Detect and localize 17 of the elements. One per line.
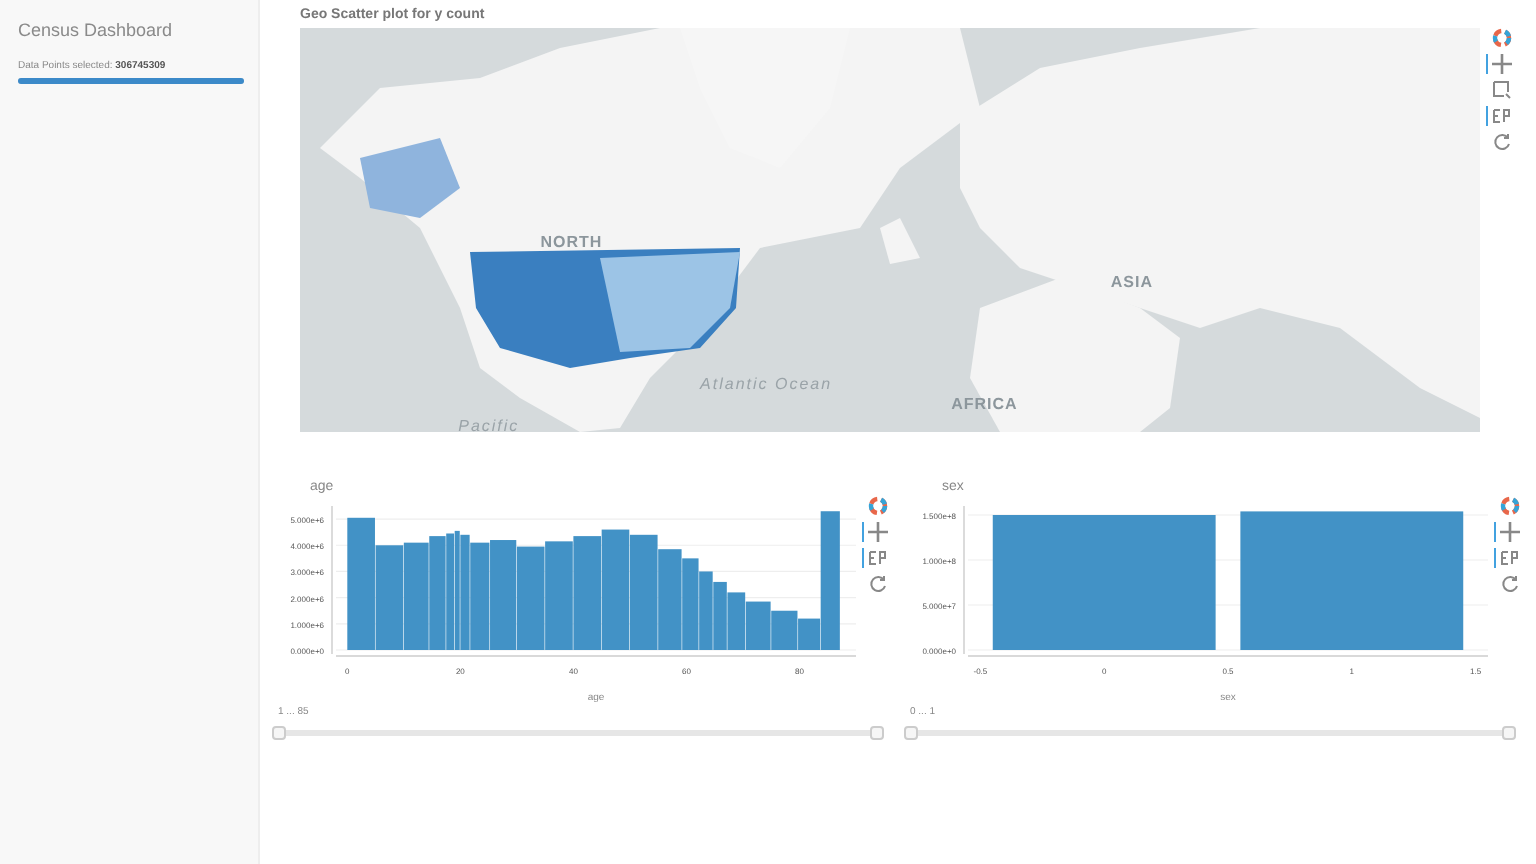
slider-handle[interactable] [1502,726,1516,740]
map-label: NORTH [540,233,603,252]
wheel-zoom-icon[interactable] [1494,548,1520,568]
map-label: Pacific [458,416,520,432]
map-label: Atlantic Ocean [700,374,833,393]
wheel-zoom-icon[interactable] [862,548,888,568]
map-label: AFRICA [951,394,1018,413]
pan-icon[interactable] [862,522,888,542]
dashboard-title: Census Dashboard [18,20,175,40]
world-map[interactable]: NORTH Atlantic Ocean ASIA AFRICA Pacific [300,28,1480,432]
wheel-zoom-icon[interactable] [1486,106,1512,126]
map-label: ASIA [1110,273,1153,292]
pan-icon[interactable] [1486,54,1512,74]
pan-icon[interactable] [1494,522,1520,542]
slider-handle[interactable] [904,726,918,740]
slider-handle[interactable] [870,726,884,740]
slider-handle[interactable] [272,726,286,740]
